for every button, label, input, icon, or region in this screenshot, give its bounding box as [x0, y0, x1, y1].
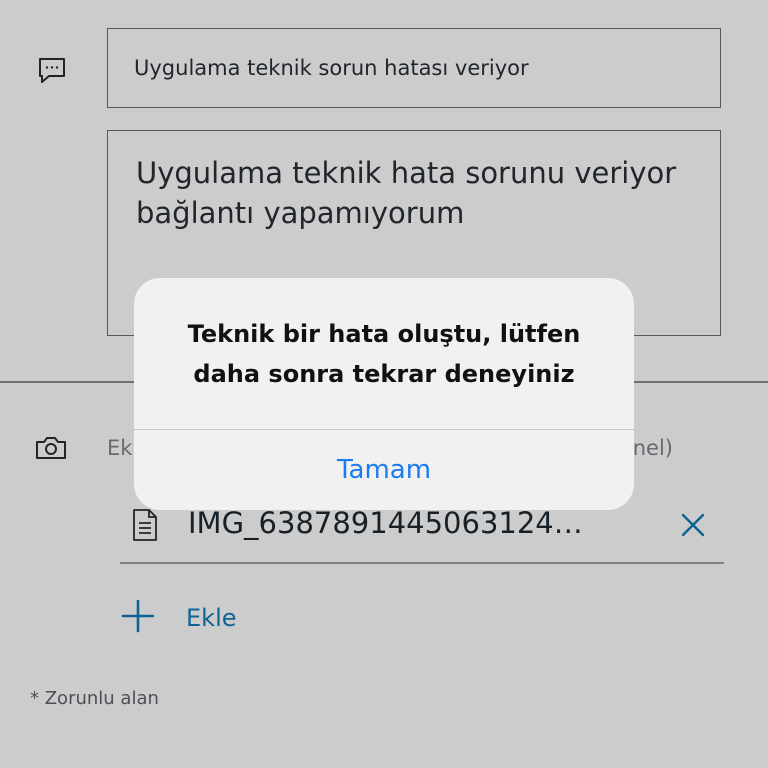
alert-message-text: Teknik bir hata oluştu, lütfen daha sonr…	[187, 320, 581, 388]
ok-button-label: Tamam	[336, 455, 432, 485]
ok-button[interactable]: Tamam	[134, 430, 634, 510]
error-alert: Teknik bir hata oluştu, lütfen daha sonr…	[134, 278, 634, 510]
alert-message: Teknik bir hata oluştu, lütfen daha sonr…	[134, 314, 634, 394]
